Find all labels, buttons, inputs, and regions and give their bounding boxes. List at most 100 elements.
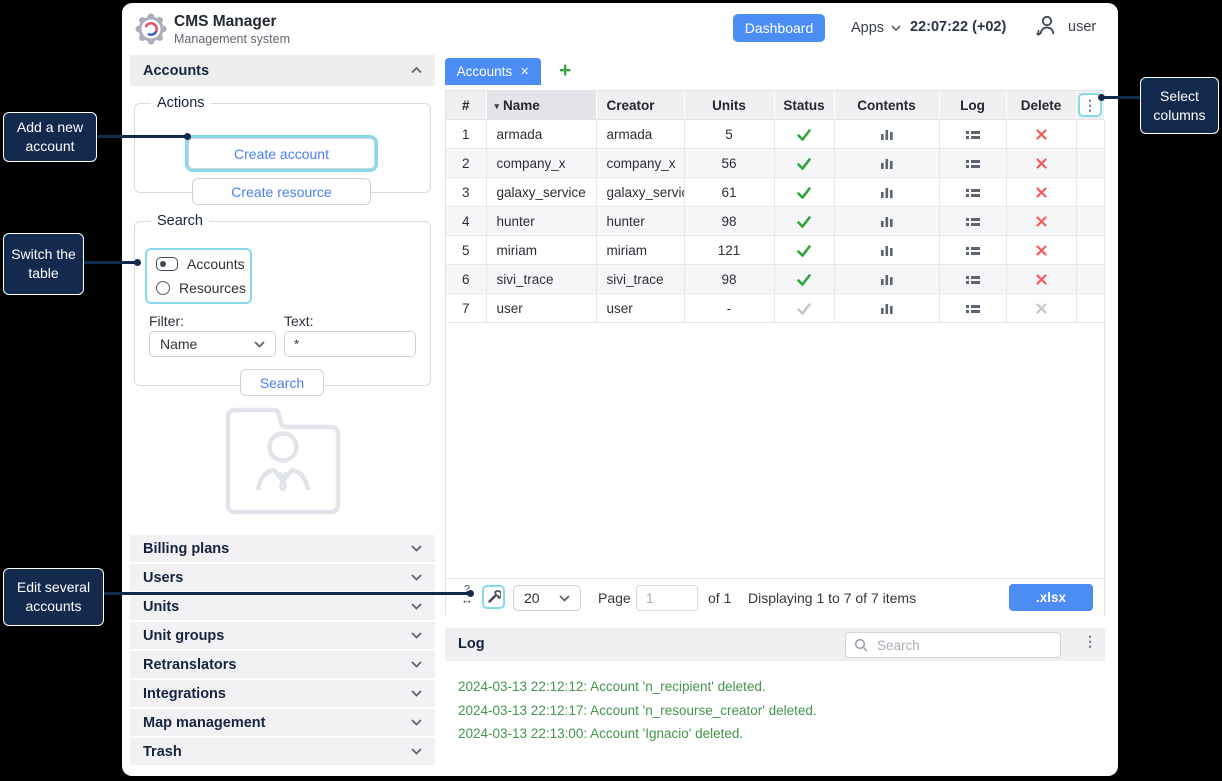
callout-select-columns: Select columns (1140, 77, 1219, 134)
create-account-highlight: Create account (185, 135, 378, 172)
dots-vertical-icon: ⋮ (1083, 99, 1097, 111)
table-row[interactable]: 2 company_x company_x 56 (446, 149, 1104, 178)
sidebar-item-retranslators[interactable]: Retranslators (130, 651, 435, 678)
log-panel-header: Log ⋮ (445, 628, 1105, 661)
sidebar-item-unit-groups[interactable]: Unit groups (130, 622, 435, 649)
add-tab-icon[interactable]: + (559, 60, 571, 82)
row-creator: armada (596, 120, 684, 149)
page-input[interactable] (636, 585, 698, 611)
log-list-icon[interactable] (939, 149, 1006, 178)
log-list-icon[interactable] (939, 294, 1006, 323)
apps-label: Apps (851, 20, 884, 36)
radio-resources[interactable]: Resources (156, 280, 250, 296)
page-size-value: 20 (524, 590, 540, 606)
sidebar-item-map-management[interactable]: Map management (130, 709, 435, 736)
log-search-input[interactable] (875, 637, 1039, 654)
status-check-icon[interactable] (774, 207, 834, 236)
callout-line (104, 592, 470, 595)
status-check-icon[interactable] (774, 265, 834, 294)
row-units: 98 (684, 207, 774, 236)
contents-chart-icon[interactable] (834, 236, 939, 265)
username[interactable]: user (1068, 19, 1096, 35)
sidebar-item-users[interactable]: Users (130, 564, 435, 591)
row-num: 7 (446, 294, 486, 323)
log-list-icon[interactable] (939, 236, 1006, 265)
clock: 22:07:22 (+02) (910, 19, 1006, 35)
col-creator[interactable]: Creator (596, 91, 684, 120)
status-check-icon[interactable] (774, 178, 834, 207)
table-row[interactable]: 5 miriam miriam 121 (446, 236, 1104, 265)
contents-chart-icon[interactable] (834, 294, 939, 323)
table-row[interactable]: 4 hunter hunter 98 (446, 207, 1104, 236)
delete-icon[interactable] (1006, 207, 1076, 236)
contents-chart-icon[interactable] (834, 149, 939, 178)
close-icon[interactable]: ✕ (520, 65, 529, 78)
row-num: 3 (446, 178, 486, 207)
table-row[interactable]: 1 armada armada 5 (446, 120, 1104, 149)
delete-icon[interactable] (1006, 120, 1076, 149)
filter-select-value: Name (160, 336, 197, 352)
delete-icon[interactable] (1006, 265, 1076, 294)
sidebar-item-trash[interactable]: Trash (130, 738, 435, 765)
sidebar-section-accounts[interactable]: Accounts (130, 55, 435, 86)
table-row[interactable]: 3 galaxy_service galaxy_service 61 (446, 178, 1104, 207)
search-button[interactable]: Search (240, 369, 324, 396)
row-units: 61 (684, 178, 774, 207)
radio-resources-label: Resources (179, 280, 246, 296)
sidebar-item-integrations[interactable]: Integrations (130, 680, 435, 707)
log-list-icon[interactable] (939, 265, 1006, 294)
page-label: Page (598, 590, 631, 606)
filter-select[interactable]: Name (149, 331, 276, 357)
contents-chart-icon[interactable] (834, 178, 939, 207)
col-status[interactable]: Status (774, 91, 834, 120)
items-summary: Displaying 1 to 7 of 7 items (748, 590, 916, 606)
contents-chart-icon[interactable] (834, 120, 939, 149)
col-num[interactable]: # (446, 91, 486, 120)
batch-edit-button[interactable] (482, 585, 505, 609)
sidebar-item-billing-plans[interactable]: Billing plans (130, 535, 435, 562)
log-list-icon[interactable] (939, 120, 1006, 149)
user-icon[interactable] (1035, 14, 1057, 43)
create-account-button[interactable]: Create account (188, 138, 375, 169)
sidebar-item-units[interactable]: Units (130, 593, 435, 620)
row-creator: company_x (596, 149, 684, 178)
delete-icon[interactable] (1006, 236, 1076, 265)
sidebar-section-label: Accounts (143, 63, 209, 79)
table-row[interactable]: 6 sivi_trace sivi_trace 98 (446, 265, 1104, 294)
page-size-select[interactable]: 20 (513, 585, 581, 611)
col-contents[interactable]: Contents (834, 91, 939, 120)
radio-unselected-icon (156, 281, 170, 295)
search-text-input[interactable] (284, 331, 416, 357)
search-group: Search Accounts Resources Filter: Text: … (134, 213, 431, 386)
col-units[interactable]: Units (684, 91, 774, 120)
status-check-icon[interactable] (774, 120, 834, 149)
log-list-icon[interactable] (939, 178, 1006, 207)
contents-chart-icon[interactable] (834, 207, 939, 236)
table-row[interactable]: 7 user user - (446, 294, 1104, 323)
log-menu-icon[interactable]: ⋮ (1083, 635, 1097, 647)
row-num: 2 (446, 149, 486, 178)
apps-menu[interactable]: Apps (851, 20, 901, 36)
create-resource-button[interactable]: Create resource (192, 178, 371, 205)
row-name: hunter (486, 207, 596, 236)
sidebar-item-label: Trash (143, 744, 182, 760)
tab-accounts[interactable]: Accounts ✕ (445, 58, 541, 85)
log-search-box[interactable] (845, 632, 1061, 658)
col-log[interactable]: Log (939, 91, 1006, 120)
app-title: CMS Manager (174, 13, 277, 31)
export-xlsx-button[interactable]: .xlsx (1009, 584, 1093, 611)
log-entries: 2024-03-13 22:12:12: Account 'n_recipien… (458, 675, 817, 746)
dashboard-button[interactable]: Dashboard (733, 14, 825, 42)
row-name: user (486, 294, 596, 323)
radio-accounts[interactable]: Accounts (156, 256, 250, 272)
status-check-icon[interactable] (774, 149, 834, 178)
contents-chart-icon[interactable] (834, 265, 939, 294)
delete-icon[interactable] (1006, 149, 1076, 178)
col-delete[interactable]: Delete (1006, 91, 1076, 120)
log-list-icon[interactable] (939, 207, 1006, 236)
status-check-icon[interactable] (774, 236, 834, 265)
delete-icon[interactable] (1006, 178, 1076, 207)
chevron-down-icon (411, 574, 422, 581)
col-name[interactable]: ▾Name (486, 91, 596, 120)
callout-switch-table: Switch the table (3, 233, 84, 295)
